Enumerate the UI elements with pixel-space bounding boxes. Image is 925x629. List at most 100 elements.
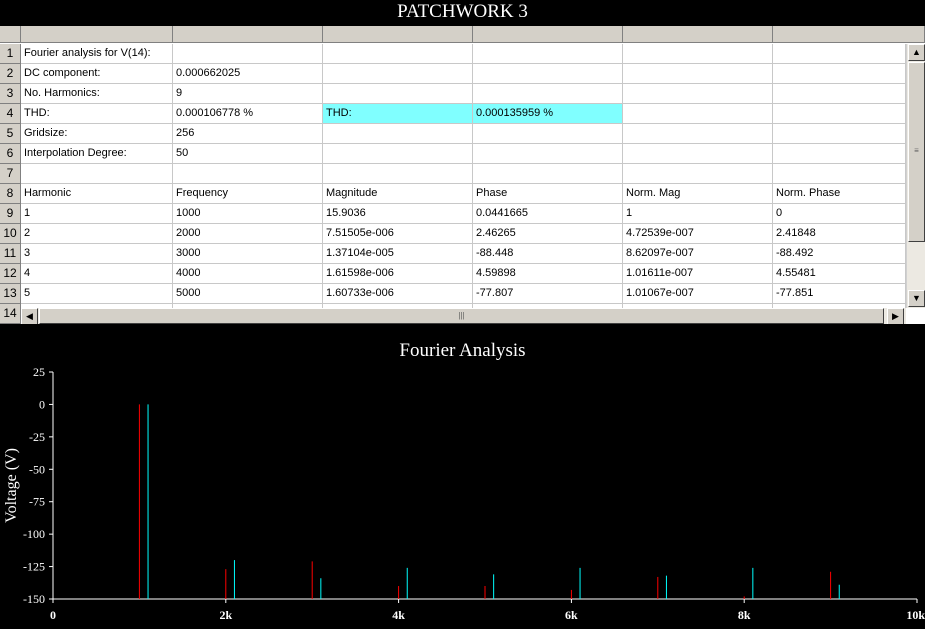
row-number[interactable]: 12 [0, 264, 21, 284]
table-cell[interactable] [623, 44, 773, 64]
grid-body[interactable]: 1 Fourier analysis for V(14): 2 DC componen… [0, 26, 906, 324]
table-cell[interactable] [323, 84, 473, 104]
table-cell[interactable]: THD: [21, 104, 173, 124]
row-number[interactable]: 5 [0, 124, 21, 144]
scroll-left-icon[interactable]: ◀ [21, 308, 38, 324]
table-cell[interactable]: 1.37104e-005 [323, 244, 473, 264]
table-cell[interactable] [323, 144, 473, 164]
table-cell[interactable]: 50 [173, 144, 323, 164]
table-cell[interactable] [623, 104, 773, 124]
table-cell[interactable] [773, 64, 906, 84]
table-cell[interactable]: 1.01611e-007 [623, 264, 773, 284]
table-cell[interactable]: 4.59898 [473, 264, 623, 284]
table-cell[interactable]: 15.9036 [323, 204, 473, 224]
table-cell[interactable] [323, 164, 473, 184]
table-cell[interactable]: 1.01067e-007 [623, 284, 773, 304]
table-cell[interactable]: Gridsize: [21, 124, 173, 144]
table-cell[interactable] [323, 64, 473, 84]
row-number[interactable]: 8 [0, 184, 21, 204]
table-cell[interactable]: 1.61598e-006 [323, 264, 473, 284]
table-cell[interactable] [21, 164, 173, 184]
table-cell[interactable]: 7.51505e-006 [323, 224, 473, 244]
table-cell[interactable]: 8.62097e-007 [623, 244, 773, 264]
row-number[interactable]: 9 [0, 204, 21, 224]
table-cell[interactable] [773, 44, 906, 64]
table-cell[interactable] [623, 164, 773, 184]
table-cell[interactable] [473, 164, 623, 184]
row-number[interactable]: 1 [0, 44, 21, 64]
table-cell[interactable]: 2.41848 [773, 224, 906, 244]
table-cell[interactable]: 1.60733e-006 [323, 284, 473, 304]
row-number[interactable]: 13 [0, 284, 21, 304]
row-number[interactable]: 4 [0, 104, 21, 124]
table-cell[interactable] [173, 44, 323, 64]
table-cell[interactable]: Norm. Phase [773, 184, 906, 204]
horizontal-scrollbar[interactable]: ◀ ||| ▶ [21, 308, 906, 324]
row-number[interactable]: 10 [0, 224, 21, 244]
table-cell[interactable]: 1 [21, 204, 173, 224]
table-cell[interactable]: 0 [773, 204, 906, 224]
table-cell[interactable]: 2000 [173, 224, 323, 244]
row-number[interactable]: 6 [0, 144, 21, 164]
table-cell[interactable]: Frequency [173, 184, 323, 204]
table-cell[interactable] [473, 64, 623, 84]
table-cell[interactable] [773, 144, 906, 164]
table-cell[interactable] [623, 124, 773, 144]
table-cell[interactable]: 0.000135959 % [473, 104, 623, 124]
table-cell[interactable] [773, 164, 906, 184]
table-cell[interactable]: Magnitude [323, 184, 473, 204]
table-cell[interactable] [773, 104, 906, 124]
table-cell[interactable]: Phase [473, 184, 623, 204]
table-cell[interactable]: Interpolation Degree: [21, 144, 173, 164]
table-cell[interactable]: 2 [21, 224, 173, 244]
table-cell[interactable] [323, 44, 473, 64]
table-cell[interactable] [623, 84, 773, 104]
table-cell[interactable]: 2.46265 [473, 224, 623, 244]
table-cell[interactable] [473, 84, 623, 104]
horizontal-scroll-thumb[interactable]: ||| [39, 308, 884, 324]
table-cell[interactable]: -77.851 [773, 284, 906, 304]
row-number[interactable]: 11 [0, 244, 21, 264]
table-cell[interactable] [473, 44, 623, 64]
table-cell[interactable]: 4 [21, 264, 173, 284]
table-cell[interactable]: No. Harmonics: [21, 84, 173, 104]
scroll-right-icon[interactable]: ▶ [887, 308, 904, 324]
table-cell[interactable]: Harmonic [21, 184, 173, 204]
table-cell[interactable]: 1 [623, 204, 773, 224]
table-cell[interactable]: Fourier analysis for V(14): [21, 44, 173, 64]
table-cell[interactable] [473, 124, 623, 144]
table-cell[interactable] [773, 124, 906, 144]
scroll-down-icon[interactable]: ▼ [908, 290, 925, 307]
table-cell[interactable] [173, 164, 323, 184]
table-cell[interactable]: 0.000106778 % [173, 104, 323, 124]
vertical-scroll-thumb[interactable]: ≡ [908, 62, 925, 242]
row-number[interactable]: 2 [0, 64, 21, 84]
table-cell[interactable] [323, 124, 473, 144]
table-cell[interactable]: 3 [21, 244, 173, 264]
table-cell[interactable]: 4000 [173, 264, 323, 284]
row-number[interactable]: 3 [0, 84, 21, 104]
table-cell[interactable]: 5 [21, 284, 173, 304]
table-cell[interactable] [623, 64, 773, 84]
table-cell[interactable]: 4.55481 [773, 264, 906, 284]
table-cell[interactable] [623, 144, 773, 164]
vertical-scrollbar[interactable]: ▲ ≡ ▼ [906, 44, 925, 308]
table-cell[interactable]: -88.492 [773, 244, 906, 264]
table-cell[interactable]: Norm. Mag [623, 184, 773, 204]
table-cell[interactable]: 3000 [173, 244, 323, 264]
row-number[interactable]: 14 [0, 304, 21, 324]
table-cell[interactable]: 0.000662025 [173, 64, 323, 84]
scroll-up-icon[interactable]: ▲ [908, 44, 925, 61]
table-cell[interactable]: 1000 [173, 204, 323, 224]
table-cell[interactable]: -77.807 [473, 284, 623, 304]
table-cell[interactable]: DC component: [21, 64, 173, 84]
table-cell[interactable]: 256 [173, 124, 323, 144]
table-cell[interactable]: 0.0441665 [473, 204, 623, 224]
table-cell[interactable]: 9 [173, 84, 323, 104]
table-cell[interactable]: -88.448 [473, 244, 623, 264]
table-cell[interactable] [773, 84, 906, 104]
table-cell[interactable] [473, 144, 623, 164]
spreadsheet[interactable]: 1 Fourier analysis for V(14): 2 DC componen… [0, 26, 925, 324]
row-number[interactable]: 7 [0, 164, 21, 184]
table-cell[interactable]: 4.72539e-007 [623, 224, 773, 244]
